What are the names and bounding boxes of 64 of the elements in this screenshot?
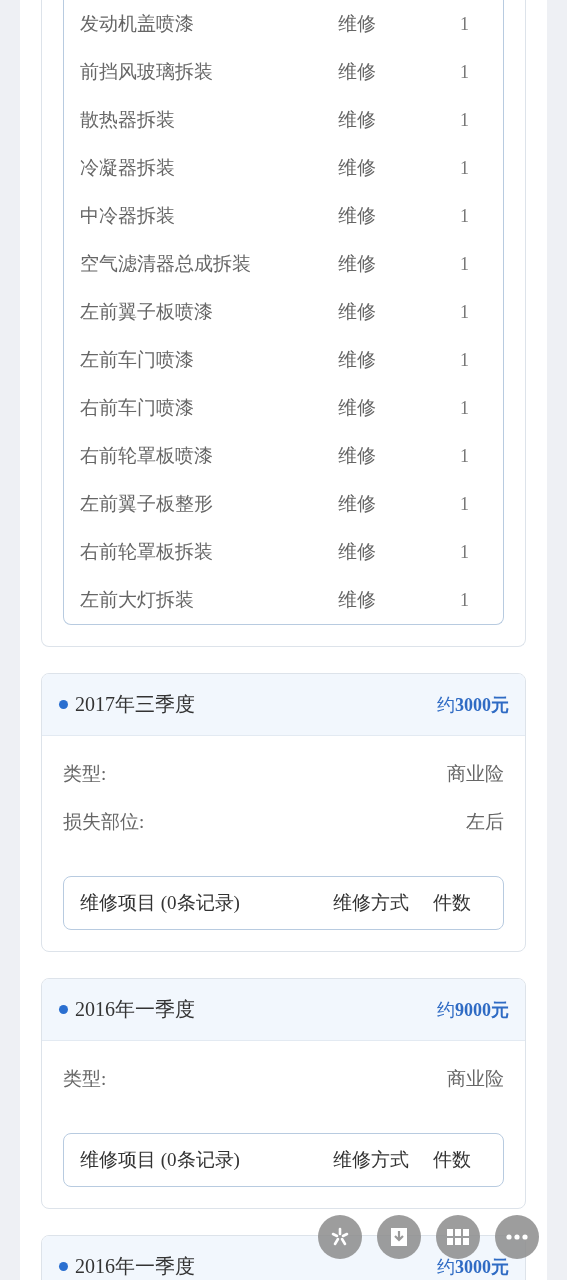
field-value: 商业险 [447,762,504,786]
table-cell: 1 [460,61,469,83]
bullet-dot [59,1005,68,1014]
table-cell: 1 [460,589,469,611]
field-value: 商业险 [447,1067,504,1091]
table-cell-text: 右前轮罩板拆装 [80,540,213,564]
bullet-dot [59,700,68,709]
table-cell-text: 维修 [338,492,376,516]
table-cell-text: 发动机盖喷漆 [80,12,194,36]
table-cell-text: 维修 [338,396,376,420]
period-title: 2017年三季度 [75,692,196,717]
period-title: 2016年一季度 [75,997,196,1022]
table-cell-text: 维修 [338,204,376,228]
more-icon [506,1234,528,1240]
table-cell: 1 [460,493,469,515]
table-cell: 1 [460,349,469,371]
table-cell: 1 [460,445,469,467]
table-cell-text: 维修 [338,12,376,36]
table-cell-text: 散热器拆装 [80,108,175,132]
table-cell: 1 [460,205,469,227]
table-cell-text: 空气滤清器总成拆装 [80,252,251,276]
table-cell-text: 左前车门喷漆 [80,348,194,372]
column-header: 件数 [433,891,471,915]
column-header: 维修项目 (0条记录) [80,891,240,915]
table-cell-text: 维修 [338,348,376,372]
table-cell-text: 冷凝器拆装 [80,156,175,180]
asterisk-icon [330,1227,350,1247]
table-cell: 1 [460,253,469,275]
bullet-dot [59,1262,68,1271]
table-cell: 1 [460,157,469,179]
table-cell-text: 左前翼子板喷漆 [80,300,213,324]
table-cell-text: 右前轮罩板喷漆 [80,444,213,468]
table-cell-text: 维修 [338,444,376,468]
table-cell-text: 维修 [338,540,376,564]
table-cell: 1 [460,13,469,35]
download-icon [390,1227,408,1247]
amount: 约3000元 [437,693,509,717]
field-label: 类型: [63,762,107,786]
table-cell-text: 前挡风玻璃拆装 [80,60,213,84]
period-title: 2016年一季度 [75,1254,196,1279]
table-cell: 1 [460,541,469,563]
table-cell-text: 左前大灯拆装 [80,588,194,612]
table-cell-text: 维修 [338,300,376,324]
amount: 约3000元 [437,1255,509,1279]
column-header: 维修方式 [333,1148,409,1172]
grid-icon [447,1229,469,1245]
field-value: 左后 [466,810,504,834]
table-cell-text: 左前翼子板整形 [80,492,213,516]
table-cell-text: 维修 [338,156,376,180]
table-cell: 1 [460,397,469,419]
field-label: 类型: [63,1067,107,1091]
table-cell-text: 维修 [338,252,376,276]
table-cell-text: 维修 [338,108,376,132]
table-cell: 1 [460,301,469,323]
table-cell: 1 [460,109,469,131]
table-cell-text: 右前车门喷漆 [80,396,194,420]
table-cell-text: 中冷器拆装 [80,204,175,228]
field-label: 损失部位: [63,810,145,834]
amount: 约9000元 [437,998,509,1022]
table-cell-text: 维修 [338,60,376,84]
column-header: 维修项目 (0条记录) [80,1148,240,1172]
column-header: 件数 [433,1148,471,1172]
column-header: 维修方式 [333,891,409,915]
table-cell-text: 维修 [338,588,376,612]
